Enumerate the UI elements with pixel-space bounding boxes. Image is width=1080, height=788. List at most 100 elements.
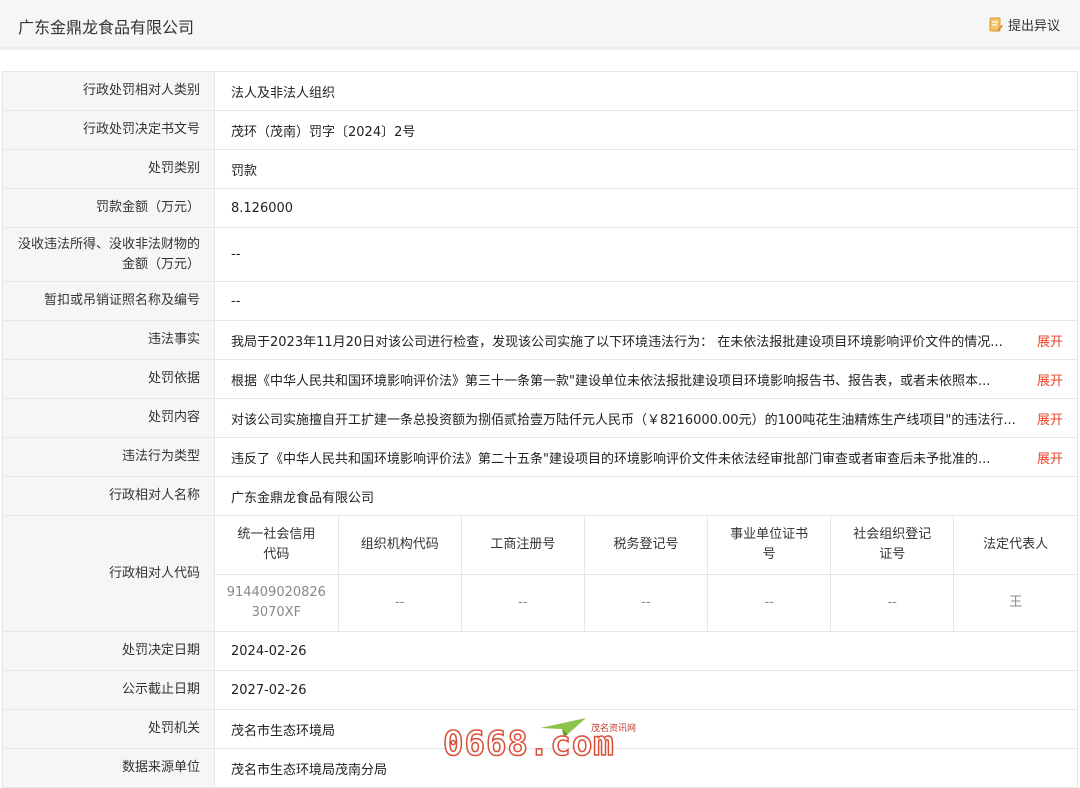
raise-objection-label: 提出异议 [1007,19,1060,34]
row-value: 茂环（茂南）罚字〔2024〕2号 [214,110,1078,150]
codes-value-row: 914409020826 3070XF -- -- -- -- -- 王 [215,574,1077,631]
row-label: 行政处罚相对人类别 [2,71,215,111]
row-value: 对该公司实施擅自开工扩建一条总投资额为捌佰贰拾壹万陆仟元人民币（￥8216000… [214,398,1078,438]
row-value: 2024-02-26 [214,631,1078,671]
row-value-text: 茂名市生态环境局 [231,723,336,739]
codes-header-line: 社会组织登记 [853,527,932,542]
row-label: 处罚内容 [2,398,215,438]
info-row: 公示截止日期 2027-02-26 [2,670,1078,710]
row-label: 处罚依据 [2,359,215,399]
codes-value: -- [830,574,955,631]
document-edit-icon [989,17,1003,32]
info-row: 违法事实 我局于2023年11月20日对该公司进行检查，发现该公司实施了以下环境… [2,320,1078,360]
watermark-brand: 0668.com [442,723,615,765]
row-value: 广东金鼎龙食品有限公司 [214,476,1078,516]
row-label: 公示截止日期 [2,670,215,710]
info-row: 没收违法所得、没收非法财物的 金额（万元） -- [2,227,1078,282]
codes-value: -- [583,574,709,631]
info-row: 暂扣或吊销证照名称及编号 -- [2,281,1078,321]
row-label: 处罚机关 [2,709,215,749]
codes-header: 统一社会信用 代码 [215,516,339,575]
info-row: 行政处罚相对人类别 法人及非法人组织 [2,71,1078,111]
codes-header-line: 事业单位证书 [730,527,809,542]
row-label: 行政相对人代码 [2,515,215,632]
row-value: -- [214,227,1078,282]
row-label-line: 金额（万元） [121,256,200,272]
expand-link[interactable]: 展开 [1037,448,1063,467]
row-label: 罚款金额（万元） [2,188,215,228]
info-row: 处罚内容 对该公司实施擅自开工扩建一条总投资额为捌佰贰拾壹万陆仟元人民币（￥82… [2,398,1078,438]
codes-cell: 统一社会信用 代码 组织机构代码 工商注册号 税务登记号 事业单位证书号 社会组织… [214,515,1078,632]
codes-value: -- [337,574,462,631]
codes-header-line: 代码 [263,547,290,562]
row-value-text: 茂名市生态环境局茂南分局 [231,762,388,778]
expand-link[interactable]: 展开 [1037,370,1063,389]
row-value-text: 违反了《中华人民共和国环境影响评价法》第二十五条"建设项目的环境影响评价文件未依… [231,451,991,467]
codes-header-row: 统一社会信用 代码 组织机构代码 工商注册号 税务登记号 事业单位证书号 社会组织… [215,516,1077,575]
codes-header: 社会组织登记 证号 [830,516,955,575]
row-value-text: 根据《中华人民共和国环境影响评价法》第三十一条第一款"建设单位未依法报批建设项目… [231,373,991,389]
codes-header-line: 统一社会信用 [237,527,316,542]
row-label: 暂扣或吊销证照名称及编号 [2,281,215,321]
row-label: 行政处罚决定书文号 [2,110,215,150]
row-value-text: -- [231,247,241,262]
row-value: 2027-02-26 [214,670,1078,710]
row-value-text: -- [231,293,241,309]
penalty-info-table: 行政处罚相对人类别 法人及非法人组织 行政处罚决定书文号 茂环（茂南）罚字〔20… [2,71,1078,788]
row-value: -- [214,281,1078,321]
row-value: 8.126000 [214,188,1078,228]
info-row: 处罚依据 根据《中华人民共和国环境影响评价法》第三十一条第一款"建设单位未依法报… [2,359,1078,399]
row-value-text: 我局于2023年11月20日对该公司进行检查，发现该公司实施了以下环境违法行为：… [231,334,1003,350]
watermark-subtitle: 茂名资讯网 [591,724,637,734]
row-label-line: 没收违法所得、没收非法财物的 [17,236,200,252]
raise-objection-button[interactable]: 提出异议 [989,15,1060,34]
expand-link[interactable]: 展开 [1037,409,1063,428]
codes-value: -- [460,574,585,631]
row-value: 茂名市生态环境局茂南分局 [214,748,1078,788]
row-value-text: 法人及非法人组织 [231,85,336,101]
codes-header: 法定代表人 [953,516,1077,575]
codes-value-line: 914409020826 [226,585,326,600]
row-value-text: 广东金鼎龙食品有限公司 [231,490,375,506]
codes-header: 事业单位证书号 [707,516,832,575]
codes-value: -- [707,574,832,631]
row-value-text: 对该公司实施擅自开工扩建一条总投资额为捌佰贰拾壹万陆仟元人民币（￥8216000… [231,412,1016,428]
codes-header: 税务登记号 [583,516,709,575]
codes-value-line: 3070XF [251,605,302,620]
row-value: 罚款 [214,149,1078,189]
site-watermark: 0668.com 茂名资讯网 [442,716,643,766]
info-row: 违法行为类型 违反了《中华人民共和国环境影响评价法》第二十五条"建设项目的环境影… [2,437,1078,477]
page-header: 广东金鼎龙食品有限公司 提出异议 [0,0,1080,50]
row-label: 违法事实 [2,320,215,360]
row-value-text: 罚款 [231,163,258,179]
info-row: 行政相对人名称 广东金鼎龙食品有限公司 [2,476,1078,516]
row-label: 行政相对人名称 [2,476,215,516]
row-label: 违法行为类型 [2,437,215,477]
row-value-text: 2027-02-26 [231,682,307,698]
row-value-text: 2024-02-26 [231,643,307,659]
row-value-text: 8.126000 [231,200,294,216]
row-label: 处罚类别 [2,149,215,189]
row-value: 违反了《中华人民共和国环境影响评价法》第二十五条"建设项目的环境影响评价文件未依… [214,437,1078,477]
row-label: 数据来源单位 [2,748,215,788]
page-title: 广东金鼎龙食品有限公司 [18,18,195,37]
row-value-text: 茂环（茂南）罚字〔2024〕2号 [231,124,416,140]
row-label: 处罚决定日期 [2,631,215,671]
codes-header: 组织机构代码 [337,516,462,575]
row-value: 法人及非法人组织 [214,71,1078,111]
info-row: 行政相对人代码 统一社会信用 代码 组织机构代码 工商注册号 税务登记号 事业单位… [2,515,1078,632]
codes-header-line: 证号 [879,547,906,562]
info-row: 罚款金额（万元） 8.126000 [2,188,1078,228]
info-row: 行政处罚决定书文号 茂环（茂南）罚字〔2024〕2号 [2,110,1078,150]
codes-value: 914409020826 3070XF [215,574,339,631]
row-value: 茂名市生态环境局 [214,709,1078,749]
expand-link[interactable]: 展开 [1037,331,1063,350]
row-value: 我局于2023年11月20日对该公司进行检查，发现该公司实施了以下环境违法行为：… [214,320,1078,360]
codes-value: 王 [953,574,1077,631]
codes-table: 统一社会信用 代码 组织机构代码 工商注册号 税务登记号 事业单位证书号 社会组织… [215,516,1077,631]
info-row: 处罚类别 罚款 [2,149,1078,189]
row-label: 没收违法所得、没收非法财物的 金额（万元） [2,227,215,282]
info-row: 处罚决定日期 2024-02-26 [2,631,1078,671]
codes-header: 工商注册号 [460,516,585,575]
codes-header-line: 号 [762,547,776,562]
